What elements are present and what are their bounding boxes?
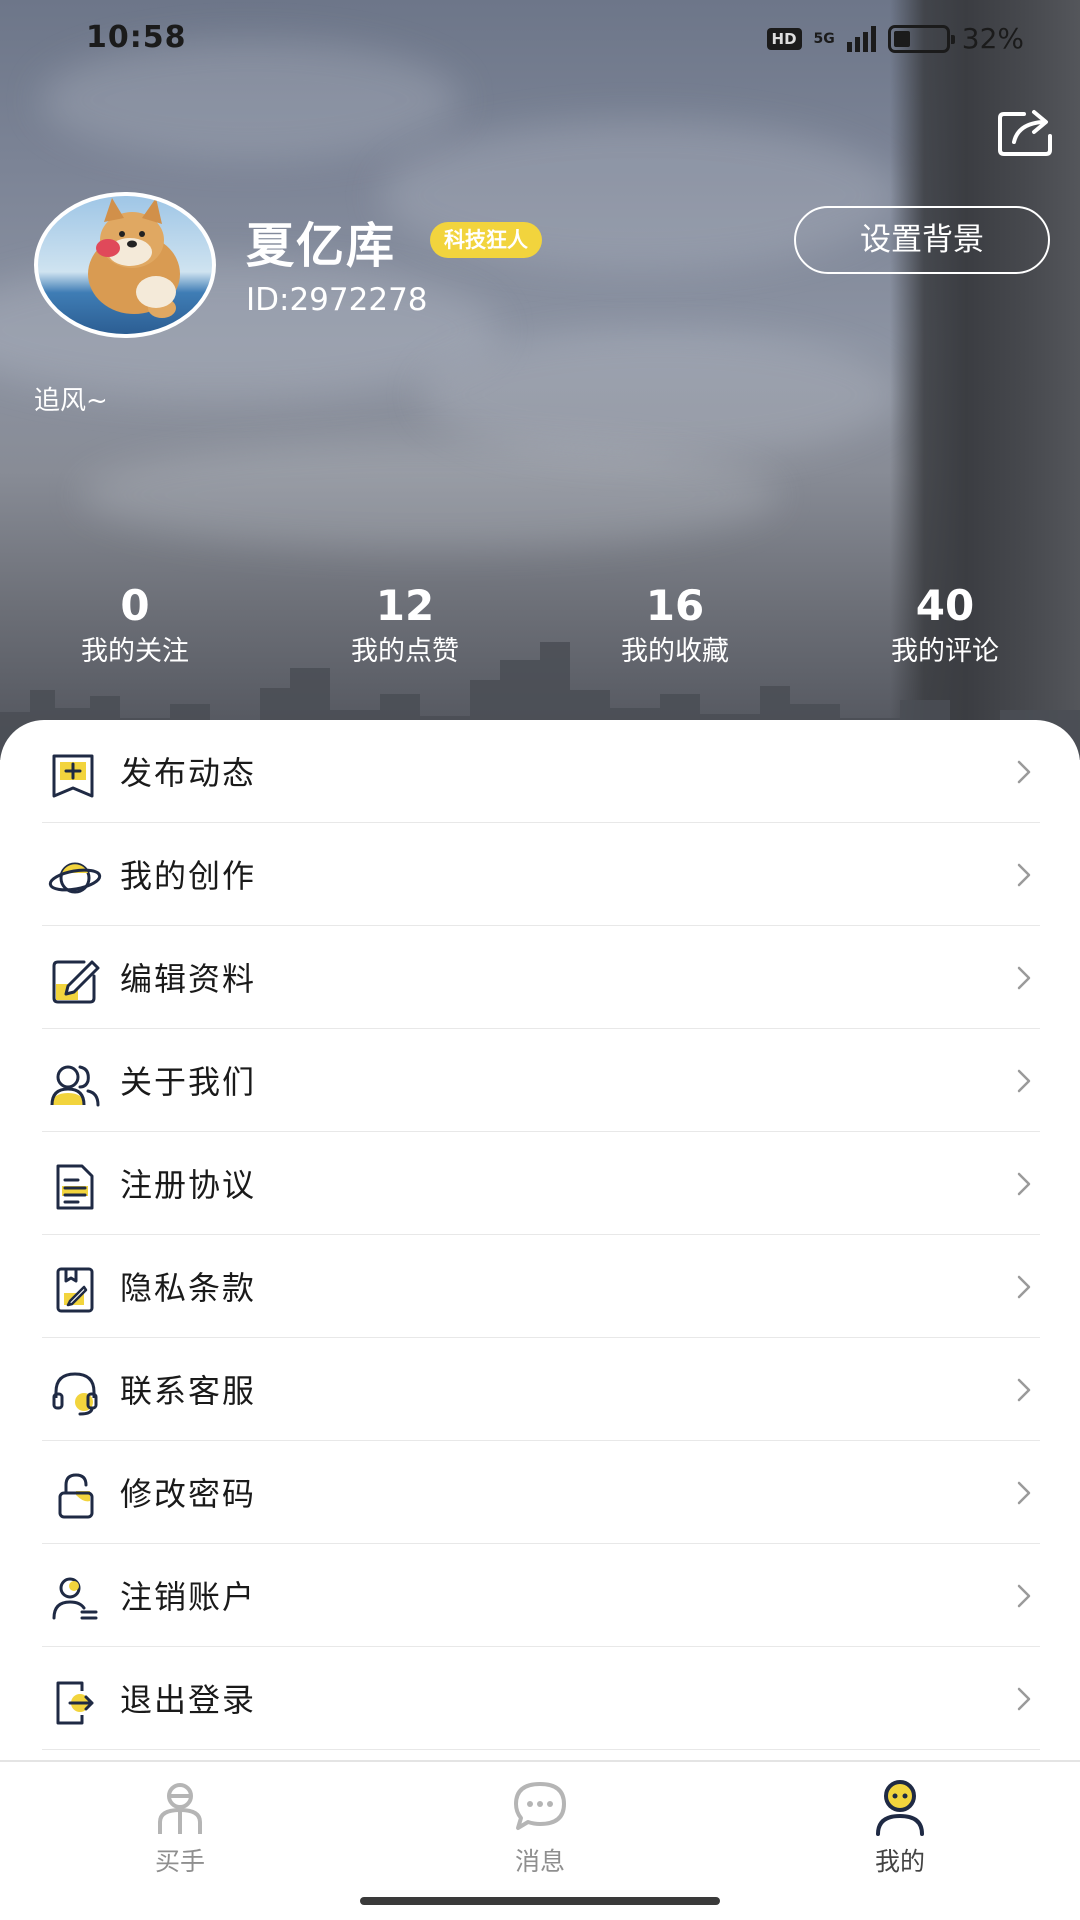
menu-label: 修改密码 — [120, 1475, 257, 1513]
stat-value: 12 — [375, 581, 435, 630]
hd-badge: HD — [766, 27, 802, 50]
menu-item-publish[interactable]: 发布动态 — [42, 720, 1040, 823]
menu-item-privacy-terms[interactable]: 隐私条款 — [42, 1235, 1040, 1338]
status-indicators: HD 5G 32% — [766, 22, 1024, 55]
battery-percent: 32% — [961, 22, 1024, 55]
menu-item-my-creations[interactable]: 我的创作 — [42, 823, 1040, 926]
buyer-icon — [158, 1783, 202, 1834]
stat-comments[interactable]: 40 我的评论 — [810, 578, 1080, 678]
menu-label: 退出登录 — [120, 1681, 257, 1719]
share-icon[interactable] — [994, 104, 1060, 160]
stat-value: 0 — [120, 581, 150, 630]
signal-icon — [846, 25, 876, 52]
stat-likes[interactable]: 12 我的点赞 — [270, 578, 540, 678]
stat-value: 40 — [915, 581, 975, 630]
privacy-icon — [56, 1267, 94, 1313]
stat-label: 我的关注 — [81, 636, 189, 667]
stats-row: 0 我的关注 12 我的点赞 16 我的收藏 40 我的评论 — [0, 578, 1080, 678]
publish-icon — [52, 754, 94, 798]
tab-label: 我的 — [874, 1847, 925, 1876]
stat-label: 我的点赞 — [351, 636, 459, 667]
chevron-right-icon — [1017, 1069, 1031, 1093]
lock-icon — [58, 1473, 94, 1519]
menu-card: 发布动态 我的创作 编辑资料 关于我们 注册协议 隐私条款 联系客服 修改密码 … — [0, 720, 1080, 1760]
menu-label: 注销账户 — [120, 1578, 257, 1616]
chevron-right-icon — [1017, 863, 1031, 887]
menu-item-customer-service[interactable]: 联系客服 — [42, 1338, 1040, 1441]
stat-value: 16 — [645, 581, 705, 630]
stat-favorites[interactable]: 16 我的收藏 — [540, 578, 810, 678]
bottom-tab-bar: 买手 消息 我的 — [0, 1760, 1080, 1920]
username: 夏亿库 — [246, 218, 397, 274]
menu-item-logout[interactable]: 退出登录 — [42, 1647, 1040, 1750]
menu-item-registration-agreement[interactable]: 注册协议 — [42, 1132, 1040, 1235]
chevron-right-icon — [1017, 1378, 1031, 1402]
planet-icon — [48, 862, 102, 894]
headset-icon — [52, 1372, 98, 1416]
chevron-right-icon — [1017, 1584, 1031, 1608]
tab-label: 消息 — [514, 1847, 565, 1876]
menu-item-delete-account[interactable]: 注销账户 — [42, 1544, 1040, 1647]
menu-item-edit-profile[interactable]: 编辑资料 — [42, 926, 1040, 1029]
chevron-right-icon — [1017, 966, 1031, 990]
menu-label: 注册协议 — [120, 1166, 257, 1204]
chevron-right-icon — [1017, 1481, 1031, 1505]
menu-label: 隐私条款 — [120, 1269, 257, 1307]
menu-label: 联系客服 — [120, 1372, 257, 1410]
menu-item-change-password[interactable]: 修改密码 — [42, 1441, 1040, 1544]
user-remove-icon — [52, 1577, 98, 1620]
chevron-right-icon — [1017, 1687, 1031, 1711]
menu-label: 发布动态 — [120, 754, 257, 792]
battery-fill — [893, 30, 910, 47]
menu-label: 我的创作 — [120, 857, 257, 895]
tab-messages[interactable]: 消息 — [360, 1762, 720, 1902]
stat-label: 我的评论 — [891, 636, 999, 667]
tab-buyer[interactable]: 买手 — [0, 1762, 360, 1902]
menu-label: 编辑资料 — [120, 960, 257, 998]
stat-label: 我的收藏 — [621, 636, 729, 667]
tab-mine[interactable]: 我的 — [720, 1762, 1080, 1902]
user-id: ID:2972278 — [246, 282, 428, 318]
logout-icon — [56, 1681, 94, 1725]
home-indicator — [360, 1897, 720, 1905]
set-background-button[interactable]: 设置背景 — [794, 206, 1050, 274]
menu-label: 关于我们 — [120, 1063, 257, 1101]
document-icon — [56, 1164, 94, 1210]
user-title-badge: 科技狂人 — [430, 222, 542, 258]
users-icon — [50, 1065, 100, 1107]
tab-label: 买手 — [154, 1847, 205, 1876]
menu-item-about-us[interactable]: 关于我们 — [42, 1029, 1040, 1132]
mine-icon — [876, 1780, 924, 1836]
chevron-right-icon — [1017, 1172, 1031, 1196]
stat-following[interactable]: 0 我的关注 — [0, 578, 270, 678]
avatar[interactable] — [34, 192, 216, 338]
status-bar: 10:58 HD 5G 32% — [0, 0, 1080, 80]
edit-icon — [52, 960, 100, 1004]
network-type: 5G — [813, 30, 835, 47]
chevron-right-icon — [1017, 1275, 1031, 1299]
user-signature: 追风~ — [34, 386, 108, 416]
message-icon — [514, 1782, 566, 1830]
battery-icon — [887, 24, 955, 53]
chevron-right-icon — [1017, 760, 1031, 784]
status-time: 10:58 — [86, 20, 187, 55]
